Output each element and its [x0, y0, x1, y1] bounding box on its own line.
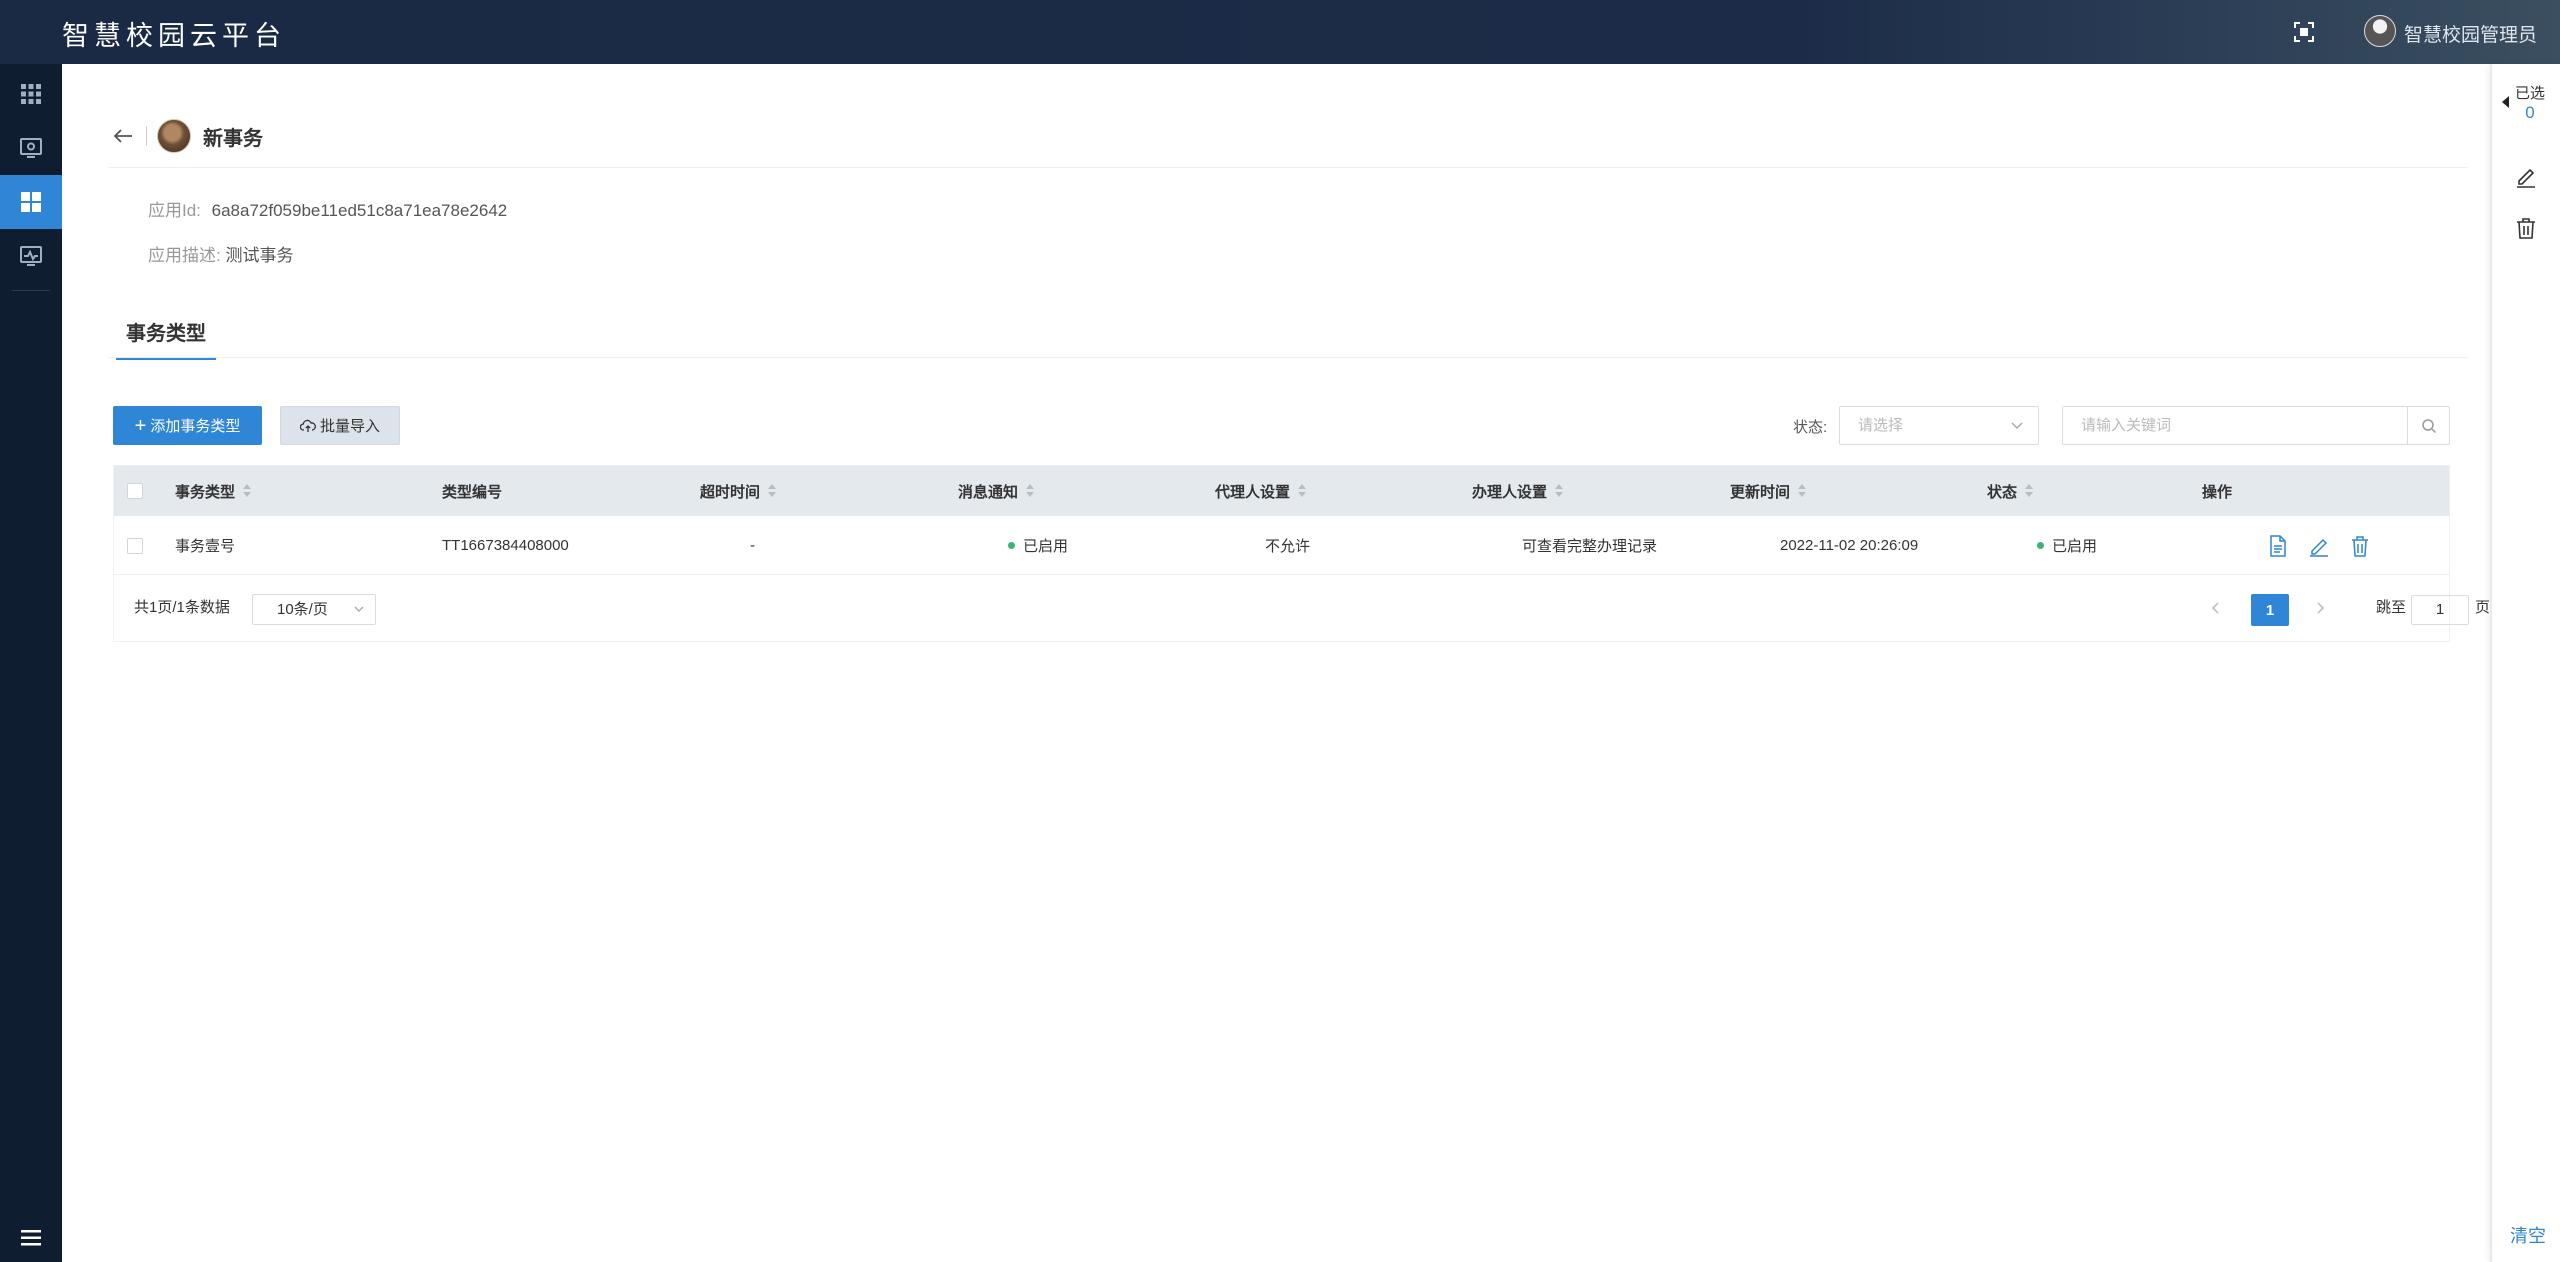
user-avatar[interactable] — [2364, 15, 2396, 47]
search-input[interactable] — [2063, 407, 2403, 444]
top-bar: 智慧校园云平台 智慧校园管理员 — [0, 0, 2560, 64]
sidebar-divider — [12, 290, 50, 291]
prev-page-button[interactable] — [2210, 600, 2222, 621]
sort-icon[interactable] — [1026, 484, 1035, 498]
tab-transaction-types[interactable]: 事务类型 — [116, 314, 216, 360]
column-header-type[interactable]: 事务类型 — [175, 466, 252, 516]
cell-agent: 不允许 — [1265, 538, 1311, 555]
status-dot — [2037, 542, 2044, 549]
header-divider-line — [108, 167, 2468, 168]
sidebar-item-apps[interactable] — [0, 67, 62, 121]
table-row: 事务壹号 TT1667384408000 - 已启用 不允许 可查看完整办理记录… — [114, 516, 2449, 575]
import-button-label: 批量导入 — [319, 418, 380, 435]
column-header-timeout[interactable]: 超时时间 — [700, 466, 777, 516]
plus-icon: + — [134, 414, 147, 437]
app-id-row: 应用Id: 6a8a72f059be11ed51c8a71ea78e2642 — [148, 196, 507, 221]
column-header-agent[interactable]: 代理人设置 — [1215, 466, 1307, 516]
column-header-status[interactable]: 状态 — [1987, 466, 2034, 516]
cell-status: 已启用 — [2037, 516, 2097, 575]
chevron-down-icon — [2011, 422, 2023, 430]
sort-icon[interactable] — [1555, 484, 1564, 498]
status-dot — [1008, 542, 1015, 549]
fullscreen-icon[interactable] — [2292, 20, 2316, 44]
column-header-code: 类型编号 — [442, 483, 503, 501]
status-filter-label: 状态: — [1793, 419, 1828, 436]
chevron-down-icon — [354, 606, 364, 612]
batch-delete-icon[interactable] — [2514, 216, 2538, 245]
sidebar-item-dashboard[interactable] — [0, 175, 62, 229]
sort-icon[interactable] — [2025, 484, 2034, 498]
sidebar-toggle[interactable] — [0, 1214, 62, 1262]
row-actions — [2268, 516, 2370, 575]
app-id-label: 应用Id: — [148, 201, 201, 220]
cell-updated: 2022-11-02 20:26:09 — [1780, 537, 1919, 554]
page-header: 新事务 — [110, 116, 263, 156]
grid-icon — [21, 84, 41, 104]
add-transaction-type-button[interactable]: + 添加事务类型 — [113, 406, 262, 445]
page-1-button[interactable]: 1 — [2251, 594, 2289, 626]
status-select[interactable]: 请选择 — [1839, 406, 2039, 445]
tab-divider — [108, 357, 2468, 358]
sort-icon[interactable] — [243, 484, 252, 498]
cell-notify: 已启用 — [1008, 516, 1068, 575]
transaction-type-table: 事务类型 类型编号 超时时间 消息通知 代理人设置 办理人设置 更新时间 状态 … — [113, 465, 2490, 642]
selected-count: 已选 0 — [2502, 82, 2558, 123]
trash-icon[interactable] — [2350, 535, 2370, 557]
clear-selection-link[interactable]: 清空 — [2510, 1222, 2546, 1248]
cell-timeout: - — [750, 537, 755, 554]
search-icon — [2421, 418, 2436, 433]
chevron-right-icon — [2317, 602, 2325, 614]
document-icon[interactable] — [2268, 534, 2288, 557]
pulse-monitor-icon — [20, 246, 42, 266]
chevron-left-icon — [2211, 602, 2219, 614]
batch-edit-icon[interactable] — [2514, 164, 2538, 193]
screen-icon — [20, 138, 42, 158]
column-header-notify[interactable]: 消息通知 — [958, 466, 1035, 516]
jump-page-input[interactable]: 1 — [2411, 595, 2469, 625]
jump-suffix: 页 — [2475, 599, 2491, 616]
batch-import-button[interactable]: 批量导入 — [280, 406, 400, 445]
cell-handler: 可查看完整办理记录 — [1522, 538, 1658, 555]
menu-icon — [21, 1230, 41, 1246]
jump-label: 跳至 — [2376, 599, 2407, 616]
user-name[interactable]: 智慧校园管理员 — [2404, 20, 2537, 47]
edit-icon[interactable] — [2308, 535, 2330, 557]
dashboard-icon — [21, 192, 41, 212]
column-header-handler[interactable]: 办理人设置 — [1472, 466, 1564, 516]
selected-number: 0 — [2525, 103, 2535, 122]
cloud-upload-icon — [299, 419, 316, 432]
pagination-total: 共1页/1条数据 — [134, 599, 230, 616]
app-avatar — [157, 119, 191, 153]
sidebar-item-system[interactable] — [0, 229, 62, 283]
back-arrow-icon[interactable] — [110, 123, 136, 149]
app-desc-value: 测试事务 — [225, 246, 294, 265]
status-select-placeholder: 请选择 — [1858, 417, 1904, 434]
selected-label: 已选 — [2514, 85, 2545, 102]
platform-title: 智慧校园云平台 — [62, 21, 286, 51]
app-desc-row: 应用描述: 测试事务 — [148, 241, 293, 266]
app-id-value: 6a8a72f059be11ed51c8a71ea78e2642 — [211, 201, 508, 220]
cell-code: TT1667384408000 — [442, 537, 569, 554]
left-sidebar — [0, 64, 62, 1262]
right-panel: 已选 0 清空 — [2490, 64, 2560, 1262]
row-checkbox[interactable] — [127, 516, 143, 575]
page-size-select[interactable]: 10条/页 — [252, 594, 376, 625]
column-header-updated[interactable]: 更新时间 — [1730, 466, 1807, 516]
header-divider — [146, 126, 147, 146]
add-button-label: 添加事务类型 — [150, 418, 241, 435]
sort-icon[interactable] — [768, 484, 777, 498]
sort-icon[interactable] — [1298, 484, 1307, 498]
search-button[interactable] — [2407, 407, 2449, 444]
cell-type: 事务壹号 — [175, 538, 236, 555]
app-name: 新事务 — [203, 127, 263, 150]
main-content: 新事务 应用Id: 6a8a72f059be11ed51c8a71ea78e26… — [62, 64, 2490, 1262]
select-all-checkbox[interactable] — [127, 466, 143, 516]
search-box — [2062, 406, 2450, 445]
app-desc-label: 应用描述: — [148, 246, 221, 265]
sort-icon[interactable] — [1798, 484, 1807, 498]
next-page-button[interactable] — [2314, 600, 2326, 621]
column-header-actions: 操作 — [2202, 483, 2233, 501]
sidebar-item-monitor[interactable] — [0, 121, 62, 175]
table-header: 事务类型 类型编号 超时时间 消息通知 代理人设置 办理人设置 更新时间 状态 … — [114, 466, 2449, 516]
